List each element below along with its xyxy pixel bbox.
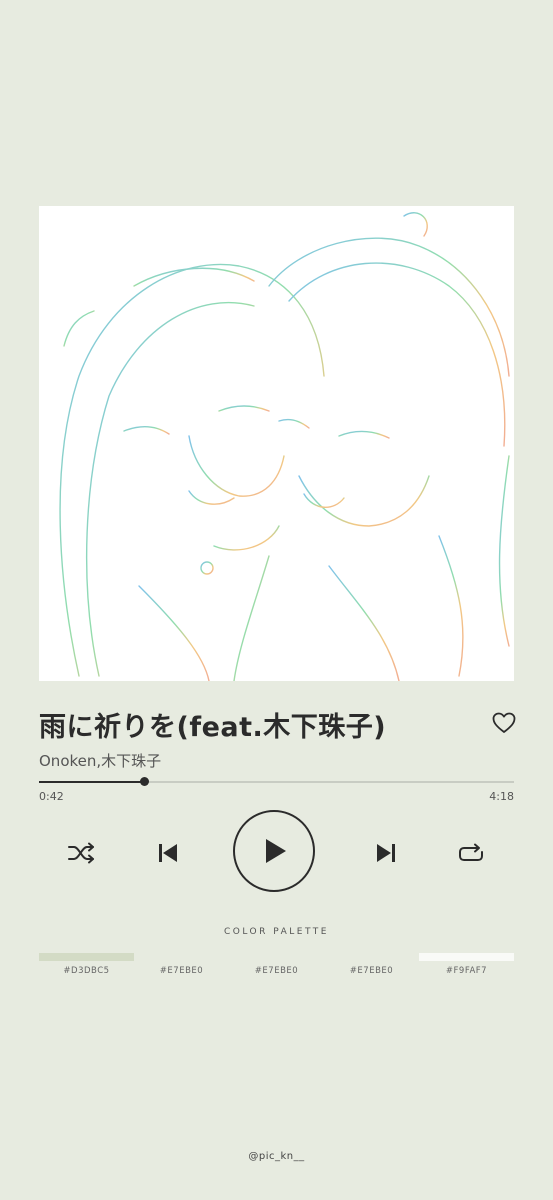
previous-button[interactable] bbox=[155, 840, 181, 866]
artist-name: Onoken,木下珠子 bbox=[39, 752, 162, 770]
repeat-button[interactable] bbox=[457, 840, 485, 866]
song-title: 雨に祈りを(feat.木下珠子) bbox=[39, 712, 387, 743]
credit-handle: @pic_kn__ bbox=[248, 1151, 305, 1162]
next-button[interactable] bbox=[373, 840, 399, 866]
repeat-icon bbox=[459, 843, 483, 861]
palette-swatch-2 bbox=[134, 953, 229, 961]
album-artwork bbox=[39, 206, 514, 681]
palette-code-5: #F9FAF7 bbox=[445, 966, 488, 976]
play-icon bbox=[266, 839, 286, 863]
skip-next-icon bbox=[377, 844, 395, 862]
palette-swatch-1 bbox=[39, 953, 134, 961]
album-artwork-illustration bbox=[59, 212, 510, 681]
play-button[interactable] bbox=[233, 810, 315, 892]
heart-outline-icon[interactable] bbox=[492, 712, 516, 734]
progress-fill bbox=[39, 781, 144, 783]
shuffle-button[interactable] bbox=[66, 840, 98, 866]
palette-code-1: #D3DBC5 bbox=[63, 966, 110, 976]
skip-previous-icon bbox=[159, 844, 177, 862]
total-time: 4:18 bbox=[489, 790, 514, 803]
palette-codes: #D3DBC5 #E7EBE0 #E7EBE0 #E7EBE0 #F9FAF7 bbox=[39, 966, 514, 976]
progress-bar[interactable] bbox=[39, 777, 514, 786]
palette-swatches bbox=[39, 953, 514, 961]
palette-title: COLOR PALETTE bbox=[224, 927, 329, 937]
palette-code-3: #E7EBE0 bbox=[254, 966, 299, 976]
palette-swatch-4 bbox=[324, 953, 419, 961]
shuffle-icon bbox=[68, 842, 94, 864]
palette-code-2: #E7EBE0 bbox=[159, 966, 204, 976]
palette-swatch-3 bbox=[229, 953, 324, 961]
current-time: 0:42 bbox=[39, 790, 64, 803]
palette-swatch-5 bbox=[419, 953, 514, 961]
progress-handle[interactable] bbox=[139, 777, 149, 786]
palette-code-4: #E7EBE0 bbox=[349, 966, 394, 976]
